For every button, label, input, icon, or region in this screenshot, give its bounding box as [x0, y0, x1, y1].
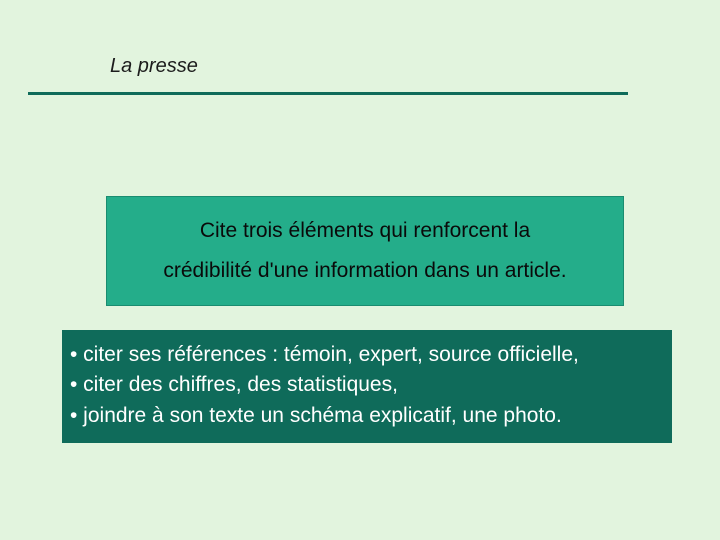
answer-box: • citer ses références : témoin, expert,… — [62, 330, 672, 443]
answer-item-3: • joindre à son texte un schéma explicat… — [70, 401, 664, 431]
answer-item-2: • citer des chiffres, des statistiques, — [70, 370, 664, 400]
slide-title: La presse — [110, 55, 198, 78]
title-underline — [28, 92, 628, 95]
question-box: Cite trois éléments qui renforcent la cr… — [106, 196, 624, 306]
question-line-2: crédibilité d'une information dans un ar… — [111, 251, 619, 291]
answer-item-1: • citer ses références : témoin, expert,… — [70, 340, 664, 370]
question-line-1: Cite trois éléments qui renforcent la — [111, 211, 619, 251]
